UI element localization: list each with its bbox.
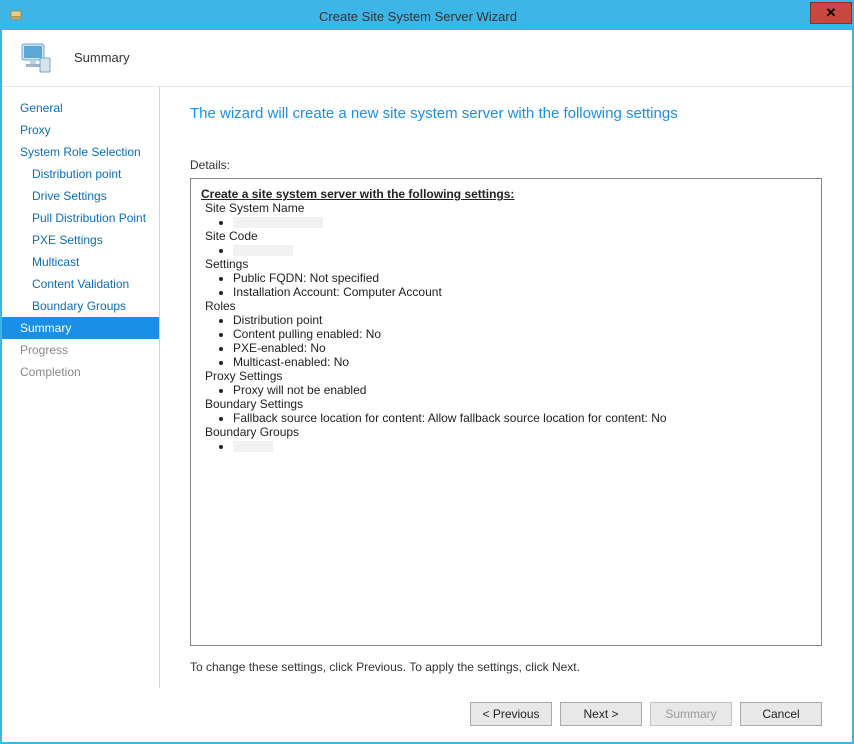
button-row: < Previous Next > Summary Cancel [2,688,852,742]
titlebar: Create Site System Server Wizard ✕ [2,2,852,30]
section-proxy: Proxy Settings [201,369,811,383]
sidebar: GeneralProxySystem Role SelectionDistrib… [2,87,160,688]
settings-list: Public FQDN: Not specified Installation … [201,271,811,299]
details-textbox[interactable]: Create a site system server with the fol… [190,178,822,646]
summary-button: Summary [650,702,732,726]
sidebar-item-summary[interactable]: Summary [2,317,159,339]
sidebar-item-boundary-groups[interactable]: Boundary Groups [2,295,159,317]
body: GeneralProxySystem Role SelectionDistrib… [2,86,852,688]
section-roles: Roles [201,299,811,313]
sidebar-item-pull-distribution-point[interactable]: Pull Distribution Point [2,207,159,229]
sidebar-item-system-role-selection[interactable]: System Role Selection [2,141,159,163]
section-site-code: Site Code [201,229,811,243]
redacted-value [233,217,323,228]
section-boundary-groups: Boundary Groups [201,425,811,439]
proxy-list: Proxy will not be enabled [201,383,811,397]
boundary-settings-list: Fallback source location for content: Al… [201,411,811,425]
window-title: Create Site System Server Wizard [24,9,852,24]
page-header: Summary [2,30,852,86]
cancel-button[interactable]: Cancel [740,702,822,726]
section-site-system-name: Site System Name [201,201,811,215]
main-heading: The wizard will create a new site system… [190,105,822,122]
redacted-value [233,245,293,256]
section-boundary-settings: Boundary Settings [201,397,811,411]
previous-button[interactable]: < Previous [470,702,552,726]
close-icon: ✕ [826,5,837,21]
hint-text: To change these settings, click Previous… [190,660,822,674]
computer-icon [16,38,56,78]
summary-title: Create a site system server with the fol… [201,187,514,201]
sidebar-item-content-validation[interactable]: Content Validation [2,273,159,295]
redacted-value [233,441,273,452]
details-label: Details: [190,158,822,172]
sidebar-item-pxe-settings[interactable]: PXE Settings [2,229,159,251]
sidebar-item-general[interactable]: General [2,97,159,119]
sidebar-item-drive-settings[interactable]: Drive Settings [2,185,159,207]
sidebar-item-completion: Completion [2,361,159,383]
app-icon [8,8,24,24]
close-button[interactable]: ✕ [810,2,852,24]
sidebar-item-multicast[interactable]: Multicast [2,251,159,273]
next-button[interactable]: Next > [560,702,642,726]
main-panel: The wizard will create a new site system… [160,87,852,688]
roles-list: Distribution point Content pulling enabl… [201,313,811,369]
sidebar-item-distribution-point[interactable]: Distribution point [2,163,159,185]
section-settings: Settings [201,257,811,271]
wizard-window: Create Site System Server Wizard ✕ Summa… [0,0,854,744]
page-title: Summary [74,50,130,65]
sidebar-item-proxy[interactable]: Proxy [2,119,159,141]
sidebar-item-progress: Progress [2,339,159,361]
